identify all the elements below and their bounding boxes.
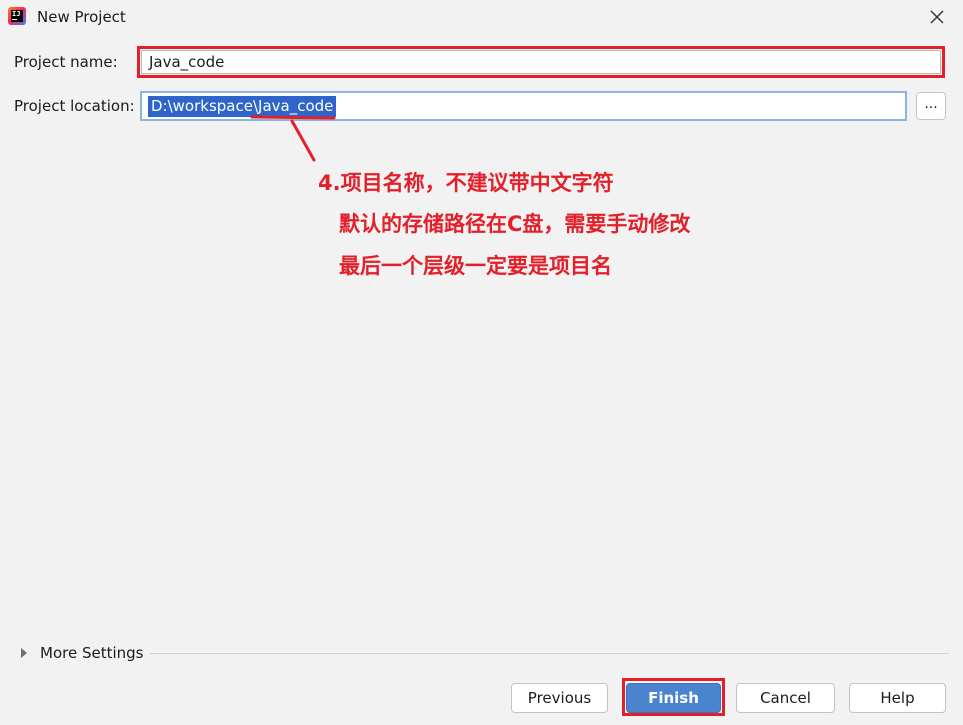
more-settings-divider bbox=[150, 653, 949, 654]
more-settings-label: More Settings bbox=[40, 644, 144, 662]
annotation-line-3: 最后一个层级一定要是项目名 bbox=[339, 254, 612, 278]
close-button[interactable] bbox=[925, 5, 949, 29]
help-button[interactable]: Help bbox=[849, 683, 946, 713]
more-settings-toggle[interactable]: More Settings bbox=[17, 642, 143, 664]
project-name-input[interactable]: Java_code bbox=[141, 50, 941, 74]
previous-button[interactable]: Previous bbox=[511, 683, 608, 713]
annotation-line-2: 默认的存储路径在C盘，需要手动修改 bbox=[339, 212, 691, 236]
annotation-arrow-line bbox=[290, 119, 316, 162]
project-location-selected-text: D:\workspace\Java_code bbox=[148, 96, 337, 117]
browse-location-button[interactable]: ... bbox=[916, 92, 946, 120]
project-location-input[interactable]: D:\workspace\Java_code bbox=[140, 91, 907, 121]
cancel-button[interactable]: Cancel bbox=[736, 683, 835, 713]
window-title: New Project bbox=[37, 8, 126, 26]
annotation-line-1: 4.项目名称，不建议带中文字符 bbox=[318, 171, 614, 195]
project-location-label: Project location: bbox=[14, 97, 135, 115]
close-icon bbox=[930, 10, 944, 24]
expand-triangle-icon bbox=[21, 648, 27, 658]
finish-button[interactable]: Finish bbox=[626, 683, 721, 713]
project-name-label: Project name: bbox=[14, 53, 118, 71]
title-bar: IJ New Project bbox=[0, 0, 963, 34]
intellij-idea-icon: IJ bbox=[8, 7, 26, 25]
app-icon-text: IJ bbox=[12, 10, 21, 18]
